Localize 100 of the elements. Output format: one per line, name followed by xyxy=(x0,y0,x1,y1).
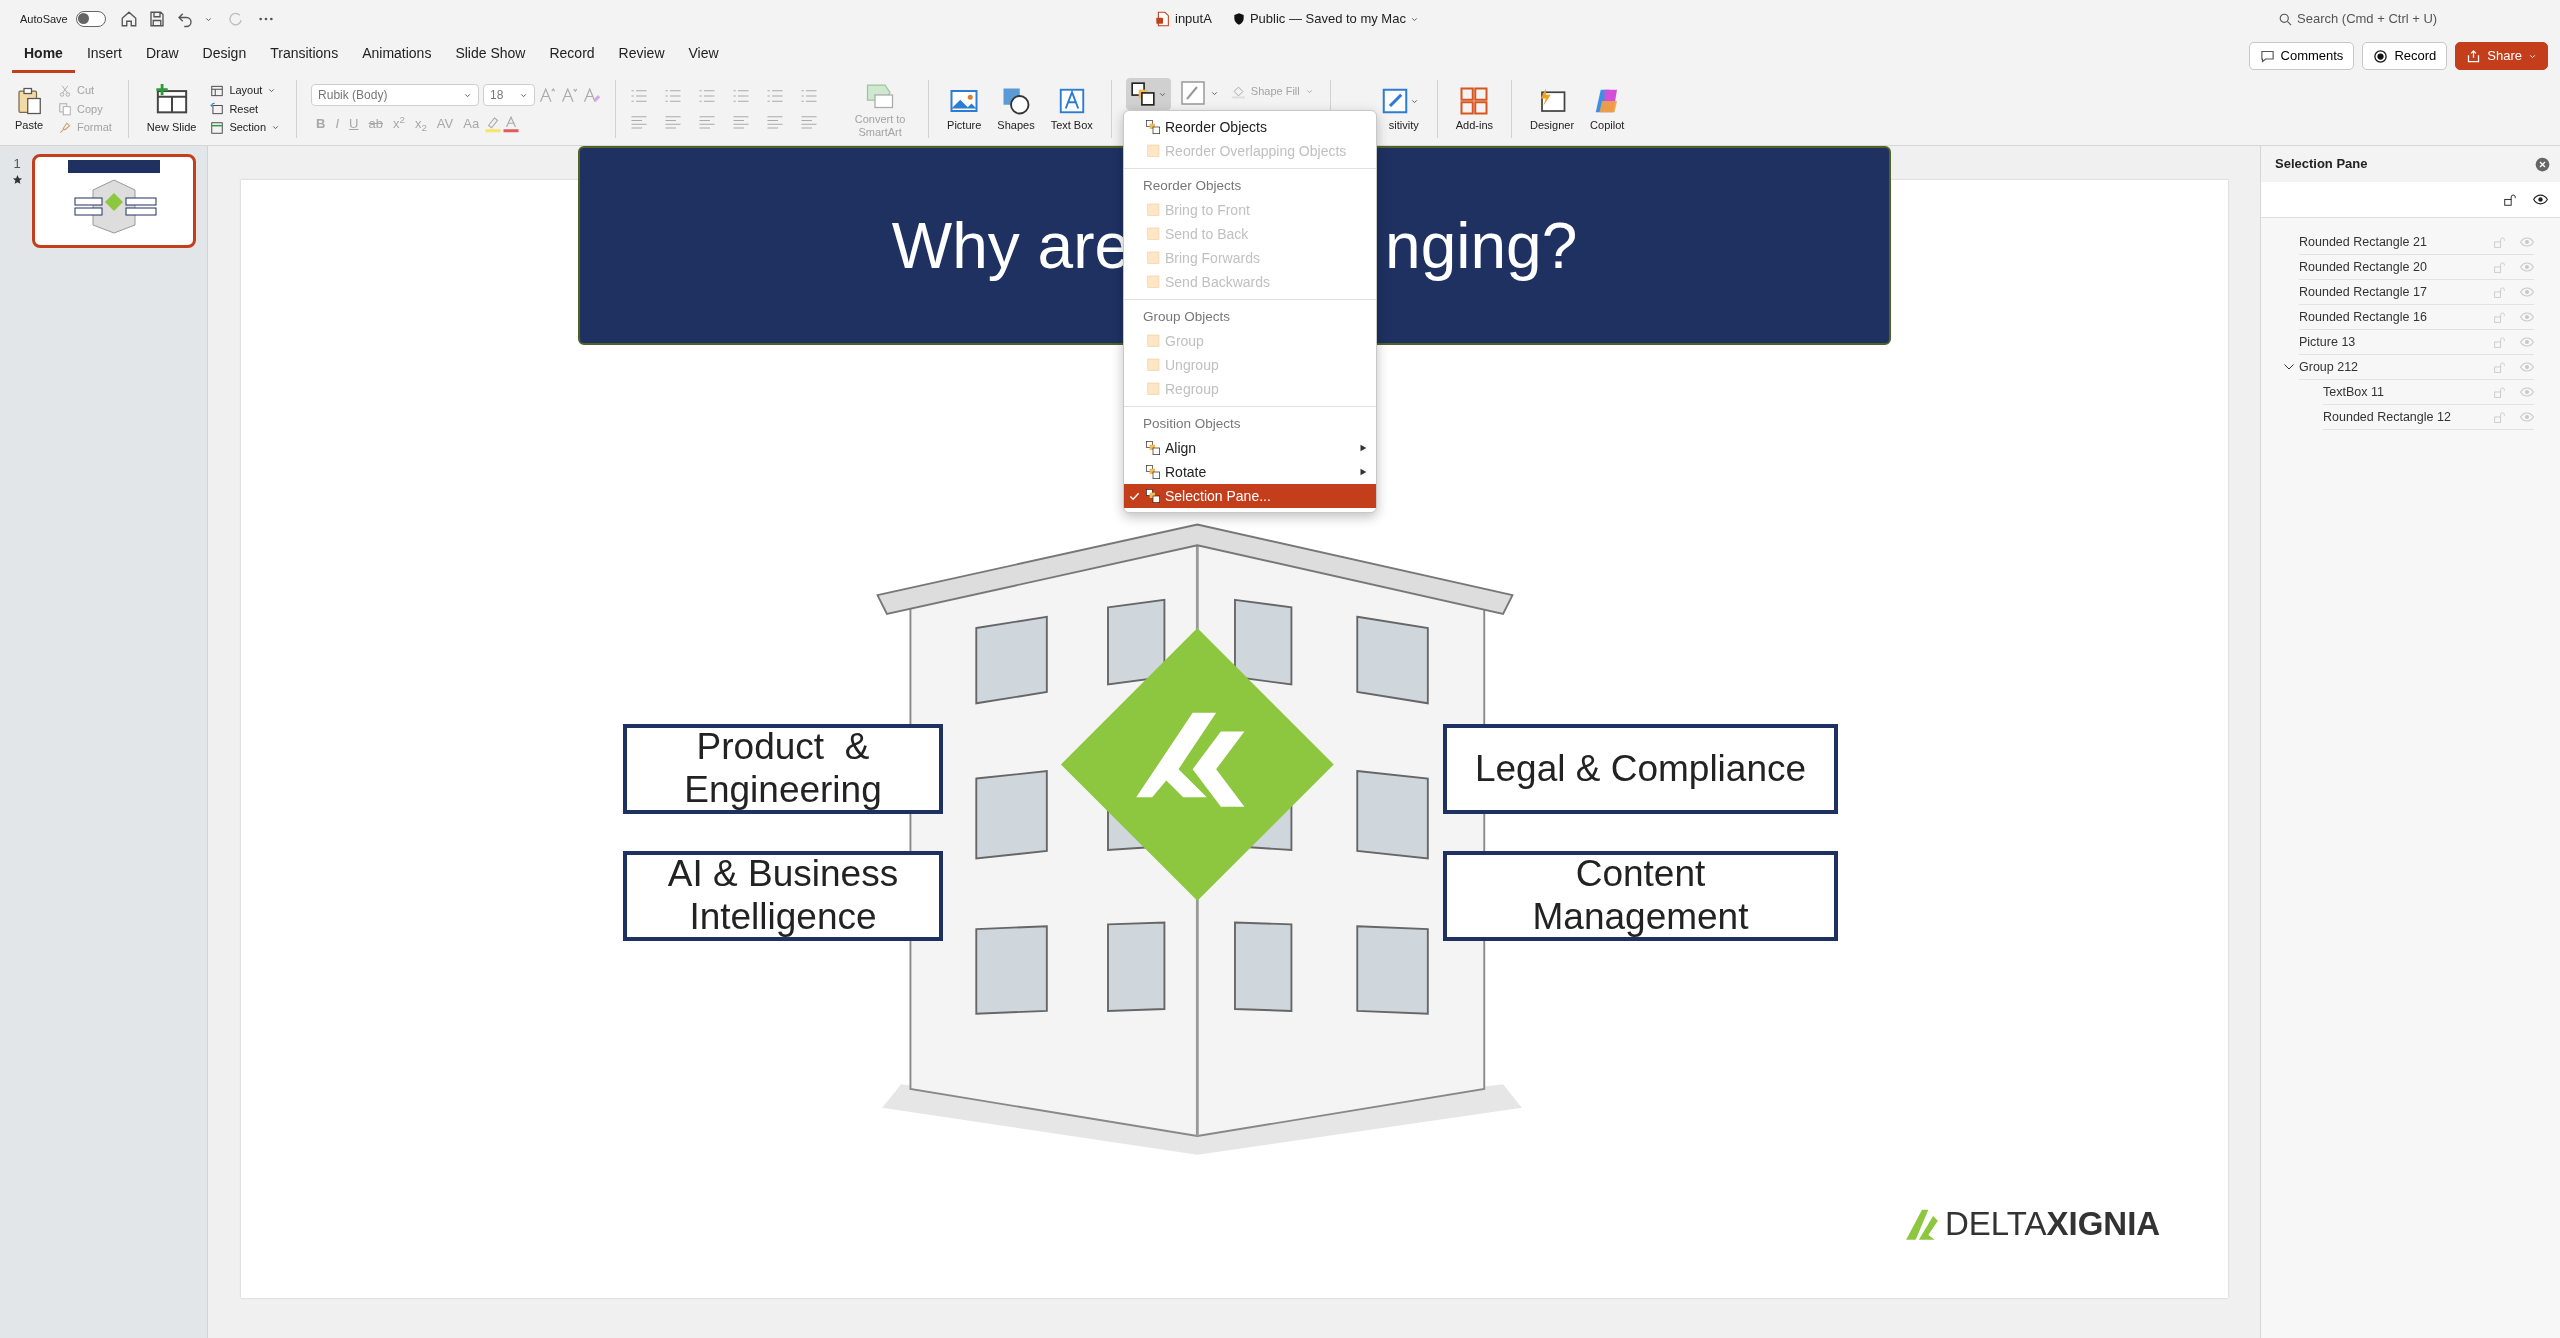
copy-icon xyxy=(58,102,72,116)
ribbon-tab[interactable]: Animations xyxy=(350,39,444,73)
autosave-label: AutoSave xyxy=(20,11,68,27)
designer-button[interactable]: Designer xyxy=(1526,84,1579,134)
close-icon[interactable] xyxy=(2535,156,2550,172)
arrange-button[interactable] xyxy=(1125,78,1171,110)
new-slide-button[interactable]: New Slide xyxy=(142,82,201,136)
ribbon-tab[interactable]: Slide Show xyxy=(443,39,538,73)
search-field[interactable]: Search (Cmd + Ctrl + U) xyxy=(2297,9,2438,29)
text-direction-icon[interactable] xyxy=(766,113,785,131)
star-icon xyxy=(11,173,23,185)
align-left-icon[interactable] xyxy=(630,113,649,131)
columns-icon[interactable] xyxy=(800,87,819,105)
bullets-icon[interactable] xyxy=(630,87,649,105)
label-box: Product & Engineering xyxy=(623,724,943,814)
arrange-icon xyxy=(1145,357,1161,373)
add-ins-button[interactable]: Add-ins xyxy=(1451,84,1498,134)
copilot-button[interactable]: Copilot xyxy=(1586,84,1629,134)
menu-section-header: Position Objects xyxy=(1142,414,1242,433)
align-center-icon[interactable] xyxy=(664,113,683,131)
ribbon-tab[interactable]: Record xyxy=(537,39,607,73)
checkmark-icon xyxy=(1128,491,1140,503)
label-box: AI & Business Intelligence xyxy=(623,851,943,941)
pane-item[interactable]: Rounded Rectangle 16 xyxy=(2299,307,2493,327)
save-icon[interactable] xyxy=(147,10,166,28)
paste-button[interactable]: Paste xyxy=(10,84,48,134)
ribbon-tab[interactable]: Insert xyxy=(74,39,134,73)
grow-font-icon[interactable] xyxy=(539,86,558,105)
menu-item[interactable]: Selection Pane... xyxy=(1124,484,1376,508)
shape-outline-icon xyxy=(1180,81,1205,105)
align-right-icon[interactable] xyxy=(698,113,717,131)
reset-button[interactable]: Reset xyxy=(208,99,283,119)
save-status[interactable]: Public — Saved to my Mac xyxy=(1249,9,1406,29)
ribbon-tab[interactable]: Design xyxy=(190,39,259,73)
increase-indent-icon[interactable] xyxy=(732,87,751,105)
lock-icon[interactable] xyxy=(2503,192,2517,207)
pane-item[interactable]: Rounded Rectangle 20 xyxy=(2299,257,2493,277)
record-icon xyxy=(2373,48,2389,64)
shapes-icon xyxy=(1001,86,1031,117)
font-color-icon[interactable] xyxy=(502,115,521,133)
logo-text: DELTAXIGNIA xyxy=(1945,1204,2161,1244)
file-name: inputA xyxy=(1175,10,1212,29)
ribbon-tab[interactable]: Draw xyxy=(133,39,191,73)
ribbon-tab[interactable]: Transitions xyxy=(258,39,351,73)
record-button[interactable]: Record xyxy=(2362,42,2448,70)
layout-icon xyxy=(210,83,225,98)
scissors-icon xyxy=(58,83,72,98)
share-button[interactable]: Share xyxy=(2455,42,2548,70)
slide-thumbnail[interactable] xyxy=(32,154,196,248)
arrange-icon xyxy=(1145,143,1161,159)
comment-icon xyxy=(2259,48,2275,64)
arrange-icon xyxy=(1145,381,1161,397)
redo-icon[interactable] xyxy=(226,10,244,28)
caret-icon xyxy=(271,123,281,132)
search-icon xyxy=(2278,11,2293,27)
line-spacing-icon[interactable] xyxy=(766,87,785,105)
decrease-indent-icon[interactable] xyxy=(698,87,717,105)
overlapping-squares-icon xyxy=(1129,81,1156,107)
justify-icon[interactable] xyxy=(732,113,751,131)
text-box-button[interactable]: Text Box xyxy=(1046,84,1097,134)
home-icon[interactable] xyxy=(119,10,138,28)
arrange-icon xyxy=(1145,488,1161,504)
pane-item[interactable]: TextBox 11 xyxy=(2323,382,2493,402)
slide-number: 1 xyxy=(13,155,21,173)
slide-title-text: nging? xyxy=(1385,208,1578,284)
align-text-icon[interactable] xyxy=(800,113,819,131)
arrange-icon xyxy=(1145,202,1161,218)
pane-title: Selection Pane xyxy=(2275,155,2368,174)
undo-icon[interactable] xyxy=(175,10,194,28)
ribbon-tab[interactable]: View xyxy=(676,39,731,73)
font-name-field[interactable]: Rubik (Body) xyxy=(311,84,480,107)
caret-icon xyxy=(267,86,277,95)
shrink-font-icon[interactable] xyxy=(561,86,580,105)
pane-item[interactable]: Rounded Rectangle 12 xyxy=(2323,407,2493,427)
eye-icon[interactable] xyxy=(2533,192,2548,207)
numbering-icon[interactable] xyxy=(664,87,683,105)
ribbon-tab[interactable]: Review xyxy=(606,39,677,73)
pane-item[interactable]: Picture 13 xyxy=(2299,332,2493,352)
arrange-icon xyxy=(1145,250,1161,266)
clear-format-icon[interactable] xyxy=(583,86,602,105)
comments-button[interactable]: Comments xyxy=(2248,42,2355,70)
autosave-toggle[interactable] xyxy=(75,11,106,27)
label-box: Content Management xyxy=(1443,851,1838,941)
font-size-field[interactable]: 18 xyxy=(483,84,536,107)
highlighter-icon[interactable] xyxy=(484,115,503,133)
pane-item[interactable]: Group 212 xyxy=(2299,357,2493,377)
pane-item[interactable]: Rounded Rectangle 21 xyxy=(2299,232,2493,252)
arrange-icon xyxy=(1145,119,1161,135)
ribbon-tab[interactable]: Home xyxy=(12,39,75,73)
picture-button[interactable]: Picture xyxy=(943,84,986,134)
menu-section-header: Group Objects xyxy=(1142,307,1232,326)
menu-item[interactable]: Rotate xyxy=(1124,460,1376,484)
menu-item[interactable]: Align xyxy=(1124,436,1376,460)
reset-icon xyxy=(210,102,225,116)
layout-button[interactable]: Layout xyxy=(208,81,283,100)
arrange-icon xyxy=(1145,440,1161,456)
label-box: Legal & Compliance xyxy=(1443,724,1838,814)
pane-item[interactable]: Rounded Rectangle 17 xyxy=(2299,282,2493,302)
shapes-button[interactable]: Shapes xyxy=(993,84,1039,134)
section-button[interactable]: Section xyxy=(208,118,283,137)
